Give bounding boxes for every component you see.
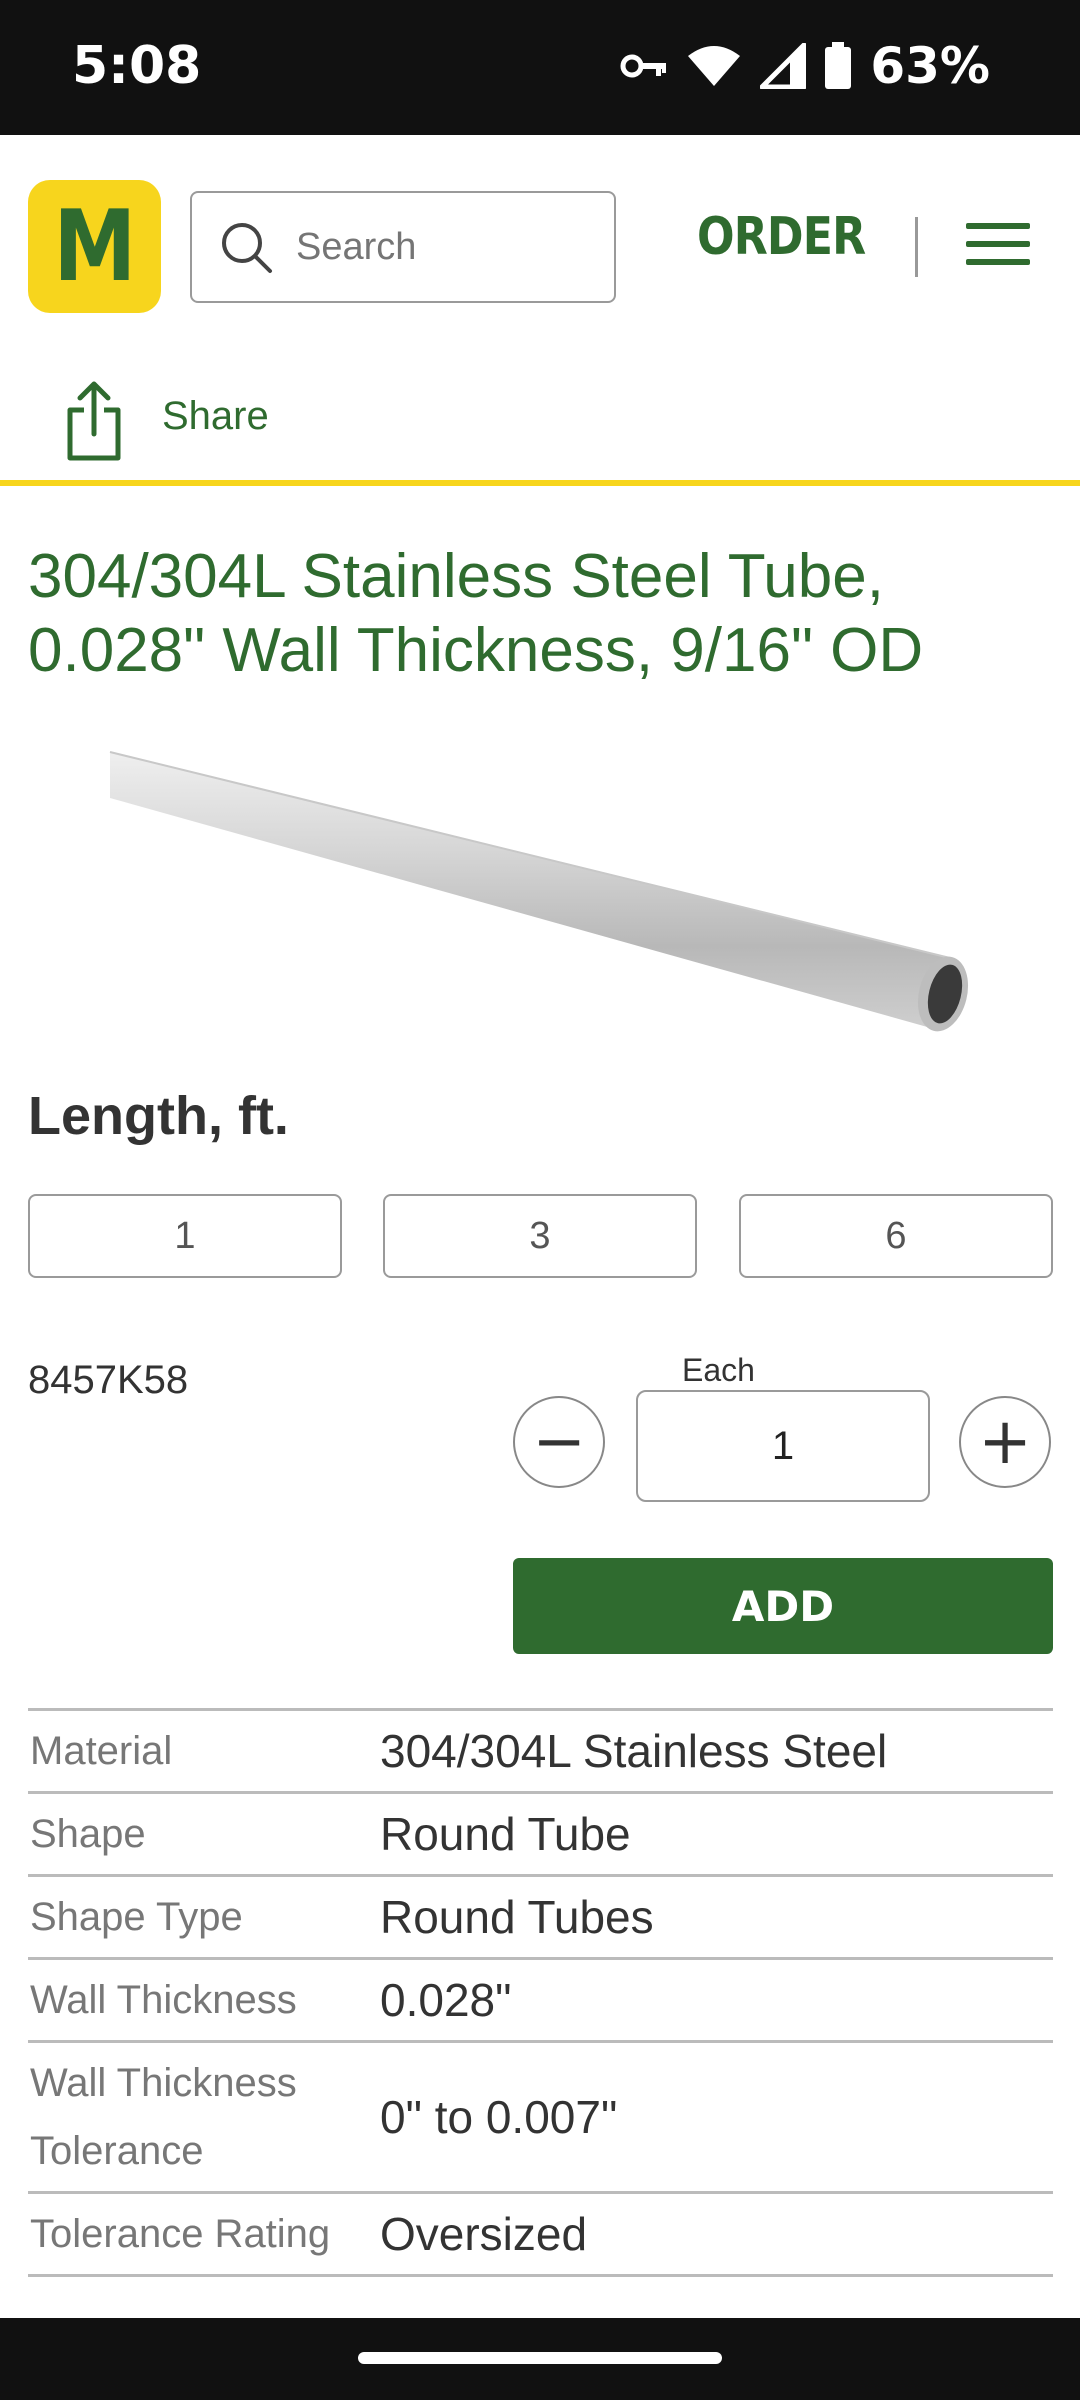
share-bar: Share <box>0 370 1080 485</box>
length-option-6[interactable]: 6 <box>739 1194 1053 1278</box>
logo-letter: M <box>53 189 136 304</box>
mcmaster-logo[interactable]: M <box>28 180 161 313</box>
specs-table: Material 304/304L Stainless Steel Shape … <box>28 1708 1053 2277</box>
add-to-order-button[interactable]: ADD <box>513 1558 1053 1654</box>
share-label[interactable]: Share <box>162 394 269 439</box>
part-number: 8457K58 <box>28 1358 189 1402</box>
header-divider <box>915 217 918 277</box>
length-option-3[interactable]: 3 <box>383 1194 697 1278</box>
quantity-unit-label: Each <box>668 1352 769 1389</box>
header-accent-line <box>0 480 1080 486</box>
length-option-1[interactable]: 1 <box>28 1194 342 1278</box>
share-icon[interactable] <box>62 380 126 462</box>
spec-key: Material <box>30 1729 173 1773</box>
product-title: 304/304L Stainless Steel Tube, 0.028" Wa… <box>28 542 924 685</box>
plus-icon: + <box>978 1405 1032 1479</box>
decrease-quantity-button[interactable]: − <box>513 1396 605 1488</box>
increase-quantity-button[interactable]: + <box>959 1396 1051 1488</box>
spec-key: Wall Thickness Tolerance <box>30 2061 297 2173</box>
spec-key: Tolerance Rating <box>30 2212 331 2256</box>
spec-key: Shape <box>30 1812 146 1856</box>
signal-icon <box>760 43 807 89</box>
spec-key: Wall Thickness <box>30 1978 297 2022</box>
minus-icon: − <box>532 1405 586 1479</box>
table-row: Shape Round Tube <box>28 1794 1053 1877</box>
hamburger-menu-icon[interactable] <box>966 223 1030 271</box>
spec-value: Oversized <box>380 2208 588 2260</box>
site-header: M ORDER <box>0 135 1080 355</box>
length-label: Length, ft. <box>28 1086 289 1146</box>
table-row: Wall Thickness Tolerance 0" to 0.007" <box>28 2043 1053 2194</box>
spec-value: 304/304L Stainless Steel <box>380 1725 888 1777</box>
spec-value: Round Tubes <box>380 1891 654 1943</box>
spec-key: Shape Type <box>30 1895 243 1939</box>
stainless-tube-image <box>109 751 969 1032</box>
battery-icon <box>825 42 852 89</box>
spec-value: Round Tube <box>380 1808 631 1860</box>
search-icon <box>222 223 272 273</box>
search-box[interactable] <box>190 191 616 303</box>
battery-percentage: 63% <box>870 37 990 95</box>
spec-value: 0" to 0.007" <box>380 2091 618 2143</box>
quantity-input[interactable]: 1 <box>636 1390 930 1502</box>
home-gesture-handle[interactable] <box>358 2352 722 2364</box>
table-row: Shape Type Round Tubes <box>28 1877 1053 1960</box>
system-nav-bar <box>0 2318 1080 2400</box>
wifi-icon <box>688 46 741 86</box>
search-input[interactable] <box>294 224 598 270</box>
status-bar: 5:08 63% <box>0 0 1080 135</box>
order-link[interactable]: ORDER <box>697 207 866 267</box>
table-row: Material 304/304L Stainless Steel <box>28 1711 1053 1794</box>
vpn-key-icon <box>620 54 667 78</box>
table-row: Wall Thickness 0.028" <box>28 1960 1053 2043</box>
table-row: Tolerance Rating Oversized <box>28 2194 1053 2277</box>
status-icons: 63% <box>620 36 990 96</box>
status-time: 5:08 <box>72 36 202 96</box>
spec-value: 0.028" <box>380 1974 512 2026</box>
